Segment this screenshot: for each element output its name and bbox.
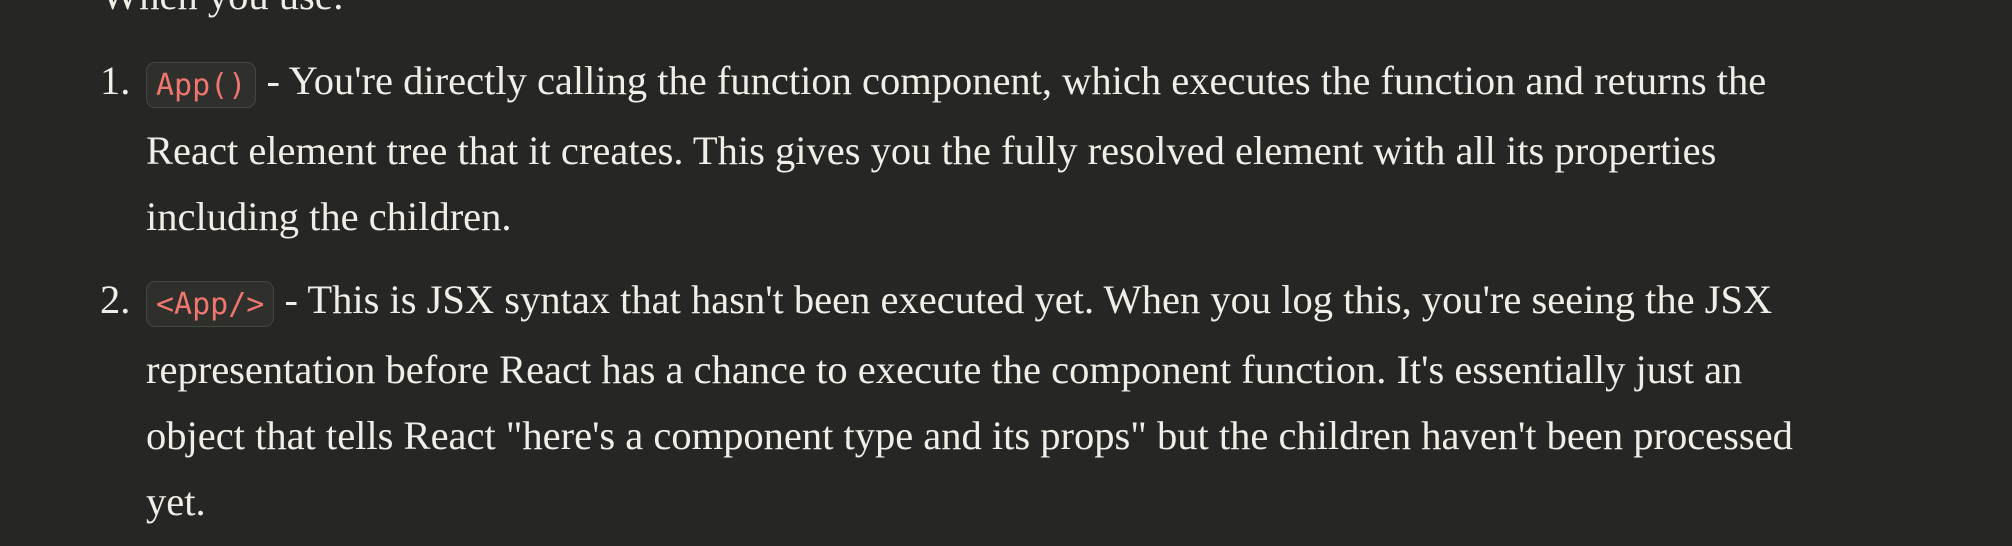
intro-text: When you use: [101,0,344,18]
list-number: 2. [100,277,131,322]
numbered-list: 1. App() - You're directly calling the f… [0,48,1840,546]
list-item: 2. <App/> - This is JSX syntax that hasn… [0,267,1840,535]
list-item-text: - This is JSX syntax that hasn't been ex… [146,277,1793,524]
inline-code: App() [146,62,257,108]
chat-response-content: When you use: 1. App() - You're directly… [0,0,2012,546]
list-item-text: - You're directly calling the function c… [146,58,1767,239]
list-number: 1. [100,58,131,103]
inline-code: <App/> [146,281,275,327]
list-item: 1. App() - You're directly calling the f… [0,48,1840,250]
